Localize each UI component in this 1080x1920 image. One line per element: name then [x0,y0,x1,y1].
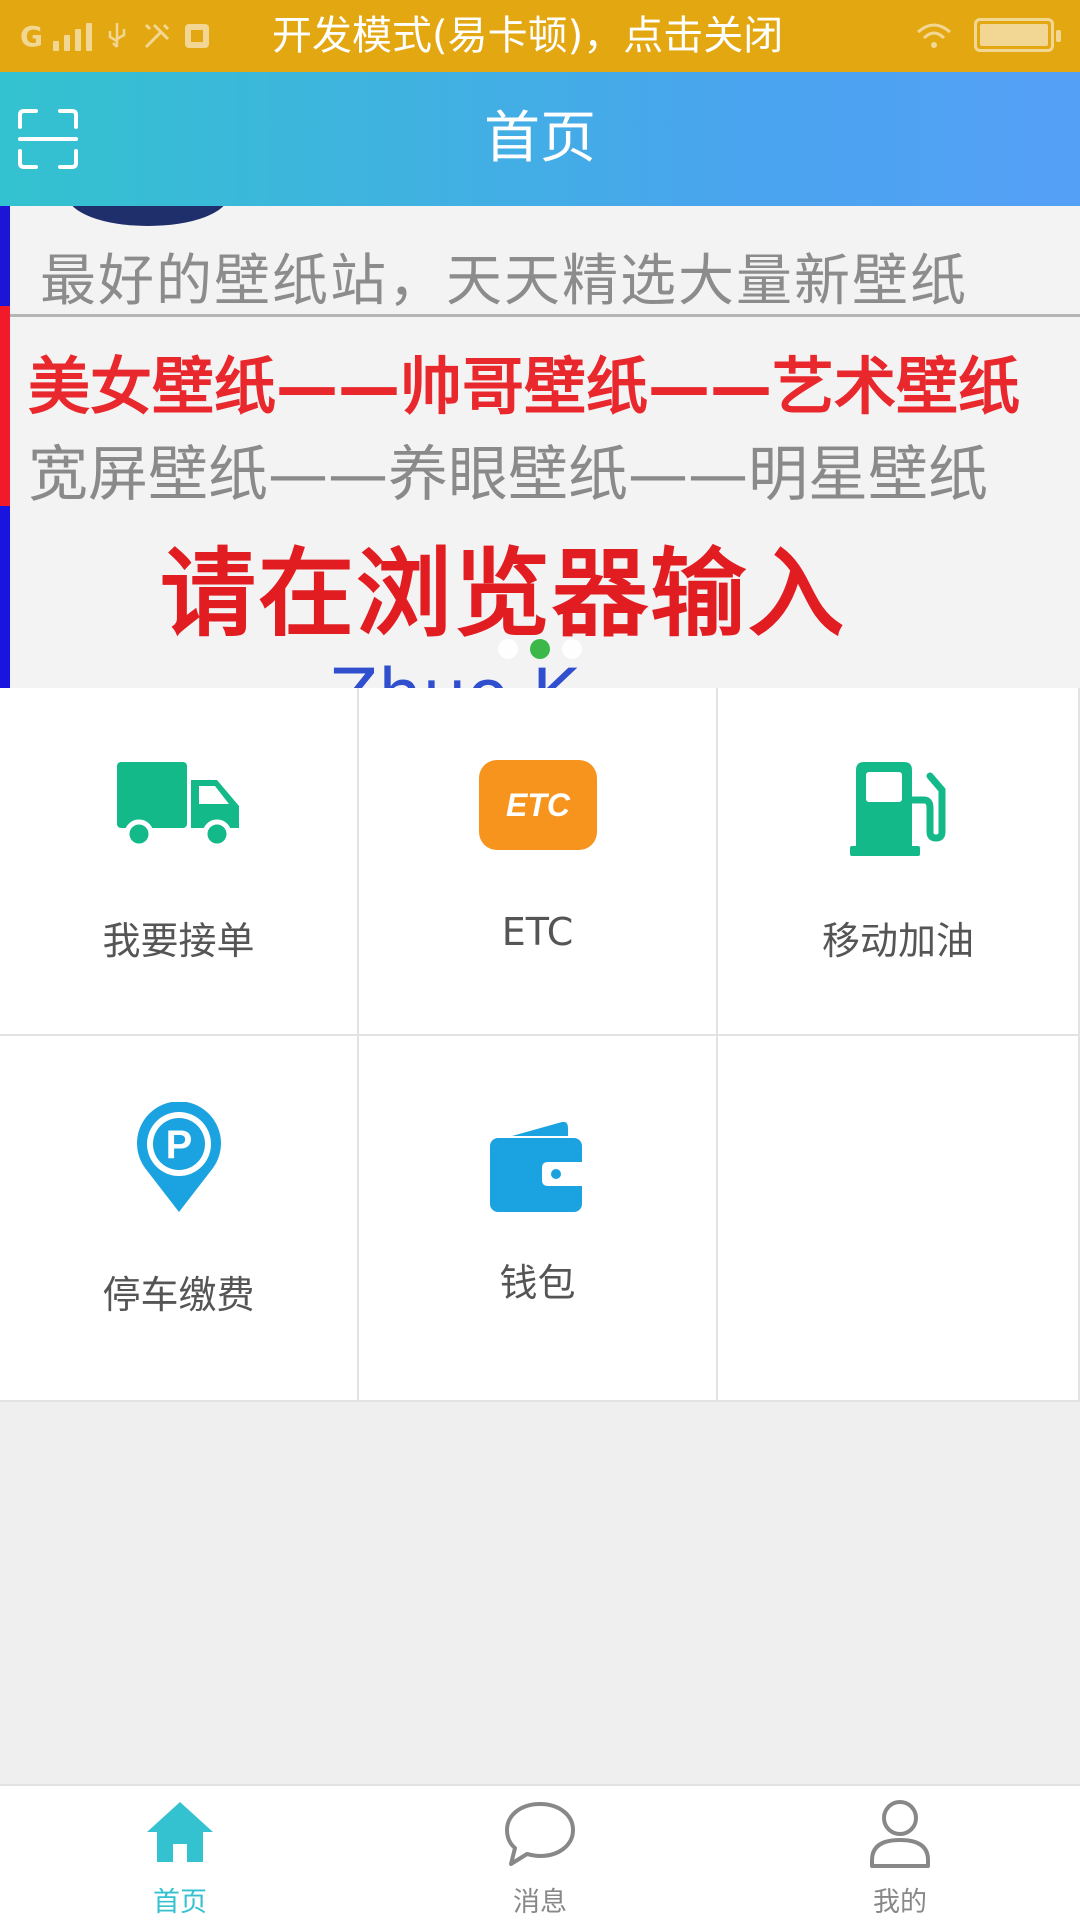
banner-text-line: 美女壁纸——帅哥壁纸——艺术壁纸 [28,350,1021,423]
status-right [914,18,1061,52]
user-icon [870,1800,930,1868]
menu-item-etc[interactable]: ETC ETC [359,688,718,1036]
banner-text-line: Zhuo K [330,654,750,688]
status-bar: G 开发模式(易卡顿)，点击关闭 [0,0,1080,72]
tab-me[interactable]: 我的 [720,1786,1080,1920]
menu-item-label: ETC [501,910,574,954]
menu-item-label: 钱包 [499,1261,576,1305]
menu-item-accept-order[interactable]: 我要接单 [0,688,359,1036]
bottom-tab-bar: 首页 消息 我的 [0,1784,1080,1920]
banner-logo-shape [68,206,228,226]
parking-pin-icon: P [136,1102,221,1212]
menu-item-empty [718,1036,1080,1402]
menu-item-wallet[interactable]: 钱包 [359,1036,718,1402]
banner-text-line: 最好的壁纸站，天天精选大量新壁纸 [40,249,968,314]
developer-mode-notice[interactable]: 开发模式(易卡顿)，点击关闭 [272,0,783,72]
banner-carousel[interactable]: 最好的壁纸站，天天精选大量新壁纸 美女壁纸——帅哥壁纸——艺术壁纸 宽屏壁纸——… [0,206,1080,688]
carousel-indicator [0,639,1080,659]
app-notification-icon [184,24,209,48]
signal-icon [52,21,92,51]
status-left: G [0,20,212,53]
wifi-icon [917,23,951,48]
page-title: 首页 [484,106,596,171]
tab-label: 消息 [513,1887,567,1918]
etc-icon: ETC [478,760,597,850]
svg-text:P: P [165,1123,192,1167]
banner-divider [10,314,1080,317]
app-header: 首页 [0,72,1080,206]
usb-icon [108,23,126,48]
tab-messages[interactable]: 消息 [360,1786,720,1920]
menu-item-parking[interactable]: P 停车缴费 [0,1036,359,1402]
tools-icon [144,23,170,49]
carousel-dot[interactable] [562,639,582,659]
tab-home[interactable]: 首页 [0,1786,360,1920]
carousel-dot[interactable] [498,639,518,659]
fuel-pump-icon [850,762,946,856]
svg-text:ETC: ETC [506,787,571,823]
tab-label: 首页 [153,1887,207,1918]
menu-item-label: 停车缴费 [102,1273,255,1317]
banner-headline: 请在浏览器输入 [160,538,846,650]
tab-label: 我的 [873,1887,927,1918]
chat-bubble-icon [505,1802,575,1866]
menu-item-label: 我要接单 [102,919,255,963]
home-icon [147,1802,213,1862]
menu-item-mobile-fuel[interactable]: 移动加油 [718,688,1080,1036]
feature-grid: 我要接单 ETC ETC 移动加油 P 停车缴费 钱包 [0,688,1080,1402]
banner-text-line: 宽屏壁纸——养眼壁纸——明星壁纸 [28,440,988,510]
carousel-dot-active[interactable] [530,639,550,659]
wallet-icon [489,1122,582,1212]
battery-icon [974,18,1061,52]
network-type: G [20,19,43,53]
menu-item-label: 移动加油 [821,919,974,963]
banner-edge-stripe [0,206,10,688]
truck-icon [116,762,239,848]
